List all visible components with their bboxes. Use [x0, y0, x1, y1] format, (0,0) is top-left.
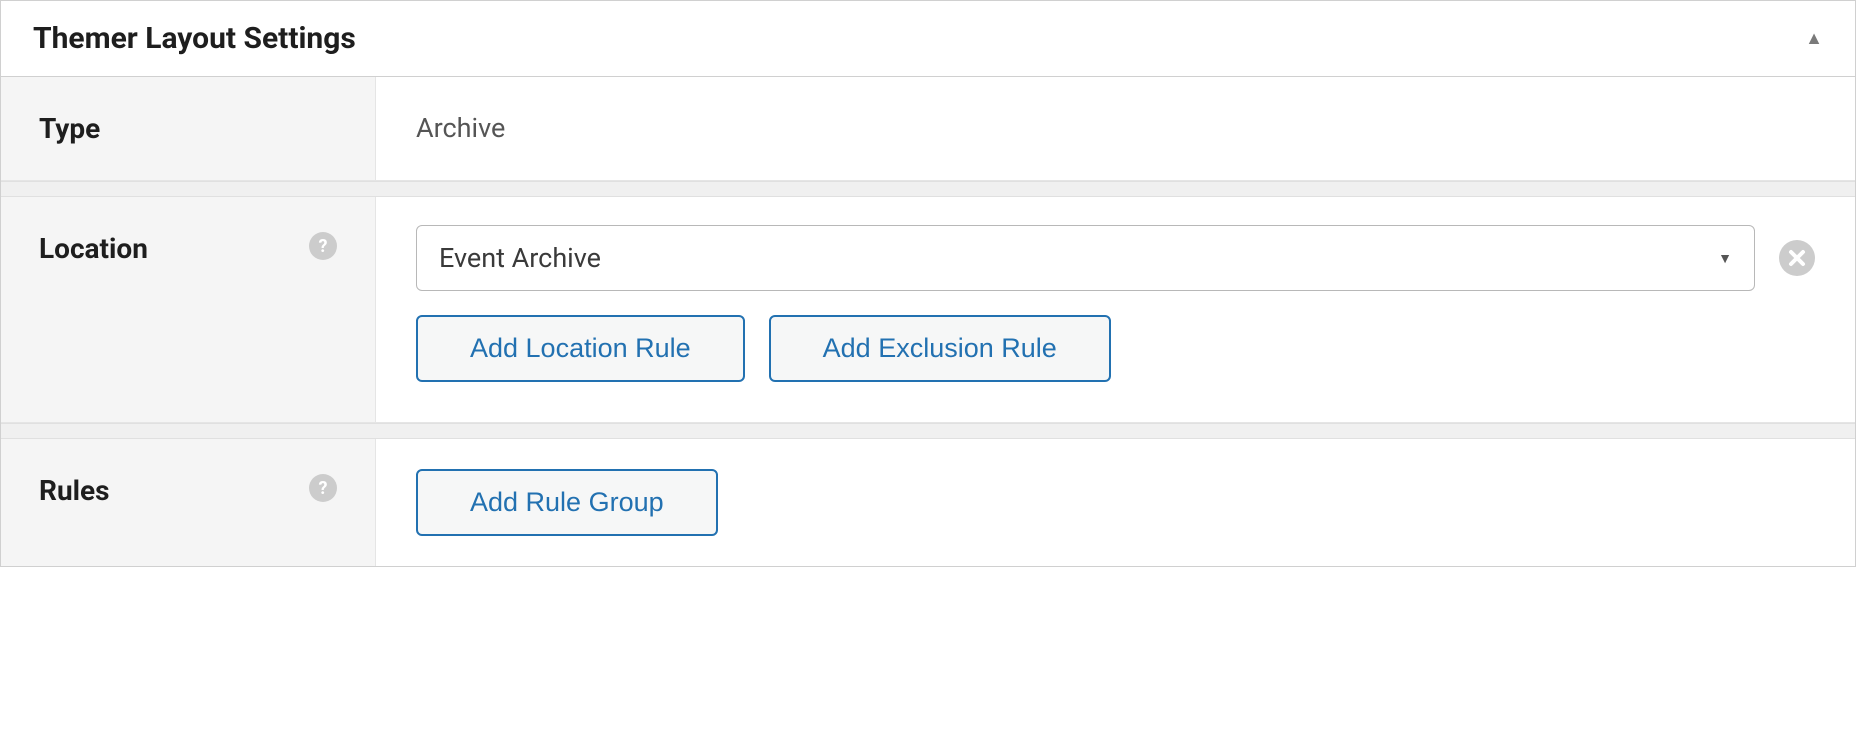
location-buttons: Add Location Rule Add Exclusion Rule — [416, 315, 1815, 382]
location-label: Location — [39, 232, 148, 265]
location-content: Event Archive ▼ Add Location Rule Add Ex… — [376, 197, 1855, 422]
type-label-cell: Type — [1, 77, 376, 180]
chevron-down-icon: ▼ — [1718, 250, 1732, 267]
row-divider — [1, 423, 1855, 439]
location-label-cell: Location ? — [1, 197, 376, 422]
location-select-row: Event Archive ▼ — [416, 225, 1815, 291]
rules-label: Rules — [39, 474, 110, 507]
collapse-up-icon[interactable]: ▲ — [1805, 28, 1823, 49]
close-icon — [1787, 248, 1807, 268]
rules-label-cell: Rules ? — [1, 439, 376, 566]
rules-row: Rules ? Add Rule Group — [1, 439, 1855, 566]
settings-panel: Themer Layout Settings ▲ Type Archive Lo… — [0, 0, 1856, 567]
type-value: Archive — [416, 112, 1815, 144]
rules-content: Add Rule Group — [376, 439, 1855, 566]
panel-title: Themer Layout Settings — [33, 21, 356, 56]
location-select-value: Event Archive — [439, 242, 601, 274]
help-icon[interactable]: ? — [309, 232, 337, 260]
type-row: Type Archive — [1, 77, 1855, 181]
panel-header[interactable]: Themer Layout Settings ▲ — [1, 1, 1855, 77]
add-exclusion-rule-button[interactable]: Add Exclusion Rule — [769, 315, 1111, 382]
rules-buttons: Add Rule Group — [416, 469, 1815, 536]
location-select[interactable]: Event Archive ▼ — [416, 225, 1755, 291]
type-content: Archive — [376, 77, 1855, 180]
add-location-rule-button[interactable]: Add Location Rule — [416, 315, 745, 382]
type-label: Type — [39, 112, 100, 145]
help-icon[interactable]: ? — [309, 474, 337, 502]
remove-location-icon[interactable] — [1779, 240, 1815, 276]
add-rule-group-button[interactable]: Add Rule Group — [416, 469, 718, 536]
row-divider — [1, 181, 1855, 197]
location-row: Location ? Event Archive ▼ Add Location … — [1, 197, 1855, 423]
